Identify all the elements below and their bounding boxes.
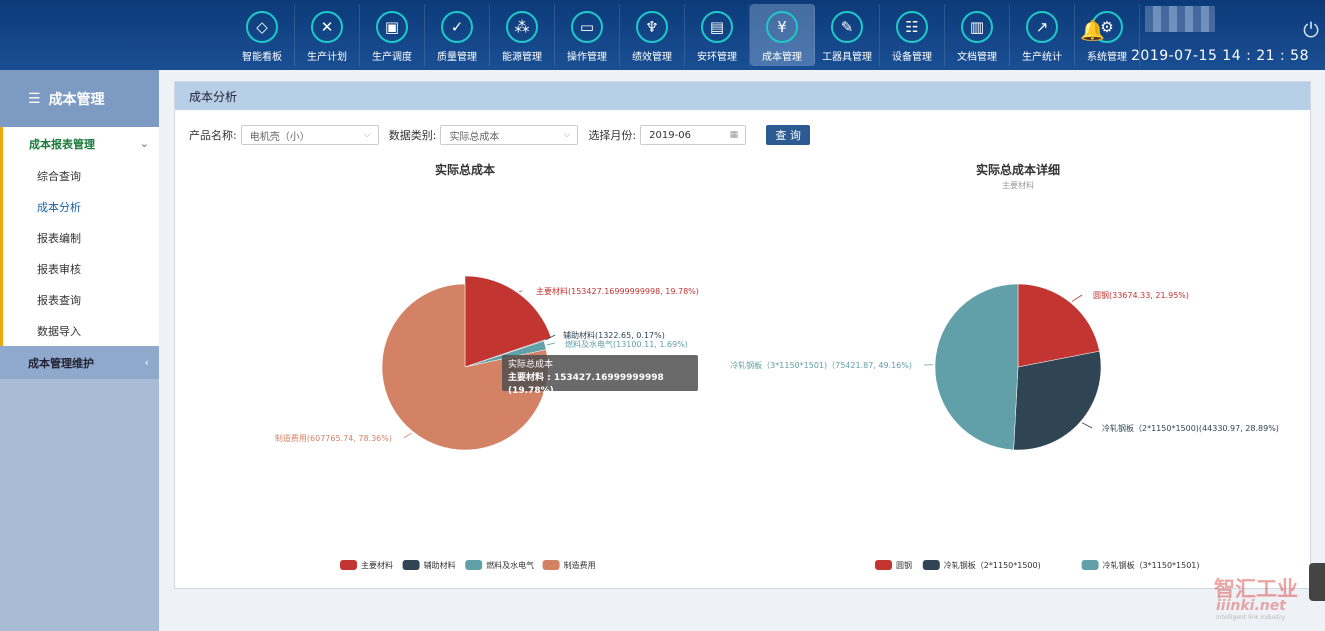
nav-item[interactable]: ◇ 智能看板 <box>230 4 295 66</box>
sidebar-title-text: 成本管理 <box>48 91 105 108</box>
line-chart-icon: ↗ <box>1026 11 1058 43</box>
cube-icon: ▣ <box>376 11 408 43</box>
power-icon[interactable]: ⏻ <box>1303 18 1319 42</box>
sidebar-group-label: 成本报表管理 <box>29 137 95 151</box>
nav-item-label: 能源管理 <box>502 52 542 63</box>
nav-item[interactable]: ✓ 质量管理 <box>425 4 490 66</box>
nav-item[interactable]: ⁂ 能源管理 <box>490 4 555 66</box>
nav-item-label: 智能看板 <box>242 52 282 63</box>
panel-title: 成本分析 <box>175 82 1310 110</box>
nav-item-label: 安环管理 <box>697 52 737 63</box>
type-label: 数据类别: <box>388 129 437 142</box>
filter-bar: 产品名称: 电机壳（小） ⌵ 数据类别: 实际总成本 ⌵ 选择月份: 2019-… <box>189 125 811 145</box>
nav-item-label: 操作管理 <box>567 52 607 63</box>
document-lock-icon: ▤ <box>701 11 733 43</box>
nav-item[interactable]: ▭ 操作管理 <box>555 4 620 66</box>
monitor-icon: ▭ <box>571 11 603 43</box>
trophy-icon: ♆ <box>636 11 668 43</box>
nodes-icon: ⁂ <box>506 11 538 43</box>
nav-item-label: 工器具管理 <box>822 52 872 63</box>
query-button[interactable]: 查 询 <box>766 125 811 145</box>
product-label: 产品名称: <box>189 129 237 142</box>
sidebar-group-cost-report: 成本报表管理 ⌄ 综合查询 成本分析 报表编制 报表审核 报表查询 数据导入 <box>0 127 159 346</box>
header-tools: 🔔 ⏻ 2019-07-15 14 : 21 : 58 <box>1080 0 1325 70</box>
chevron-left-icon: ‹ <box>144 356 149 369</box>
sidebar-group-label: 成本管理维护 <box>28 356 94 370</box>
file-icon: ▥ <box>961 11 993 43</box>
diamond-icon: ◇ <box>246 11 278 43</box>
chart-tooltip: 实际总成本 主要材料 : 153427.16999999998 (19.78%) <box>502 355 698 396</box>
nav-item[interactable]: ✕ 生产计划 <box>295 4 360 66</box>
sidebar-item[interactable]: 报表查询 <box>3 284 159 315</box>
product-select-value: 电机壳（小） <box>249 131 310 143</box>
watermark-tag: intelligent link industry <box>1216 614 1286 621</box>
month-label: 选择月份: <box>588 129 637 142</box>
sidebar-item[interactable]: 数据导入 <box>3 315 159 346</box>
nav-item-label: 生产统计 <box>1022 52 1062 63</box>
sidebar: ☰ 成本管理 成本报表管理 ⌄ 综合查询 成本分析 报表编制 报表审核 报表查询 数据导入… <box>0 70 159 631</box>
nav-item[interactable]: ✎ 工器具管理 <box>815 4 880 66</box>
nav-item-label: 绩效管理 <box>632 52 672 63</box>
sidebar-item[interactable]: 报表审核 <box>3 253 159 284</box>
chevron-down-icon: ⌄ <box>139 137 149 150</box>
cost-analysis-panel: 成本分析 产品名称: 电机壳（小） ⌵ 数据类别: 实际总成本 ⌵ 选择月份: … <box>174 81 1311 589</box>
sidebar-item[interactable]: 成本分析 <box>3 191 159 222</box>
sidebar-item[interactable]: 综合查询 <box>3 160 159 191</box>
menu-icon[interactable]: ☰ <box>28 91 41 107</box>
shield-check-icon: ✓ <box>441 11 473 43</box>
nav-item[interactable]: ☷ 设备管理 <box>880 4 945 66</box>
datetime: 2019-07-15 14 : 21 : 58 <box>1131 48 1309 64</box>
nav-item-label: 系统管理 <box>1087 52 1127 63</box>
main-nav: ◇ 智能看板 ✕ 生产计划 ▣ 生产调度 ✓ 质量管理 ⁂ 能源管理 ▭ 操作管理 ♆ 绩效管理 ▤ 安环管理… <box>230 4 1140 66</box>
yen-icon: ¥ <box>766 11 798 43</box>
nav-item[interactable]: ▤ 安环管理 <box>685 4 750 66</box>
top-header: ◇ 智能看板 ✕ 生产计划 ▣ 生产调度 ✓ 质量管理 ⁂ 能源管理 ▭ 操作管理 ♆ 绩效管理 ▤ 安环管理… <box>0 0 1325 70</box>
side-scroll-tab[interactable] <box>1309 563 1325 601</box>
pencil-ruler-icon: ✎ <box>831 11 863 43</box>
type-select-value: 实际总成本 <box>449 131 500 143</box>
nav-item-label: 质量管理 <box>437 52 477 63</box>
nav-item-label: 文档管理 <box>957 52 997 63</box>
nav-item-label: 成本管理 <box>762 52 802 63</box>
type-select[interactable]: 实际总成本 ⌵ <box>440 125 579 145</box>
nav-item[interactable]: ▣ 生产调度 <box>360 4 425 66</box>
nav-item[interactable]: ¥ 成本管理 <box>750 4 815 66</box>
product-select[interactable]: 电机壳（小） ⌵ <box>240 125 379 145</box>
sidebar-group-title[interactable]: 成本报表管理 ⌄ <box>3 127 159 160</box>
month-picker-value: 2019-06 <box>649 129 691 141</box>
router-icon: ☷ <box>896 11 928 43</box>
nav-item-label: 生产调度 <box>372 52 412 63</box>
sidebar-title: ☰ 成本管理 <box>0 70 159 127</box>
nav-item-label: 生产计划 <box>307 52 347 63</box>
calendar-icon: ▦ <box>729 130 739 140</box>
tooltip-text: 主要材料 : 153427.16999999998 (19.78%) <box>508 373 664 396</box>
sidebar-group-cost-maintenance[interactable]: 成本管理维护 ‹ <box>0 346 159 379</box>
tooltip-title: 实际总成本 <box>508 360 554 370</box>
user-avatar-blurred[interactable] <box>1145 6 1215 32</box>
nav-item[interactable]: ▥ 文档管理 <box>945 4 1010 66</box>
nav-item-label: 设备管理 <box>892 52 932 63</box>
nav-item[interactable]: ♆ 绩效管理 <box>620 4 685 66</box>
sidebar-item[interactable]: 报表编制 <box>3 222 159 253</box>
nav-item[interactable]: ↗ 生产统计 <box>1010 4 1075 66</box>
chevron-down-icon: ⌵ <box>363 130 371 140</box>
chevron-down-icon: ⌵ <box>563 130 571 140</box>
month-picker[interactable]: 2019-06 ▦ <box>640 125 747 145</box>
bell-icon[interactable]: 🔔 <box>1080 18 1105 42</box>
tools-icon: ✕ <box>311 11 343 43</box>
watermark-site: iiinki.net <box>1216 598 1286 614</box>
